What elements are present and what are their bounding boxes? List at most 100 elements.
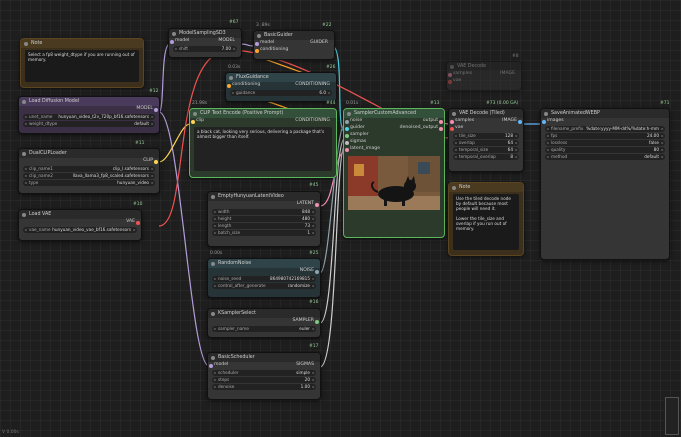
- tile-size-widget[interactable]: tile_size128: [453, 133, 519, 139]
- output-noise[interactable]: NOISE: [208, 268, 320, 275]
- node-badge: #22: [322, 23, 332, 28]
- temporal-size-widget[interactable]: temporal_size64: [453, 147, 519, 153]
- node-title: ModelSamplingSD3: [169, 29, 241, 38]
- overlap-widget[interactable]: overlap64: [453, 140, 519, 146]
- prompt-textarea[interactable]: a black cat, looking very serious, deliv…: [194, 127, 332, 171]
- height-widget[interactable]: height480: [212, 216, 316, 222]
- save-animated-webp-node[interactable]: SaveAnimatedWEBP images filename_prefix%…: [540, 108, 670, 260]
- wire-clip-to-textencode: [158, 123, 191, 163]
- load-diffusion-node[interactable]: Load Diffusion Model MODEL unet_namehuny…: [18, 96, 160, 134]
- node-title: DualCLIPLoader: [19, 149, 159, 158]
- wire-sigmas-to-sampler: [319, 144, 346, 368]
- filename-prefix-widget[interactable]: filename_prefix%date:yyyy-MM-dd%/%date:h…: [545, 126, 665, 132]
- input-model[interactable]: model MODEL: [169, 38, 241, 45]
- basic-scheduler-node[interactable]: BasicScheduler modelSIGMAS schedulersimp…: [207, 352, 321, 400]
- node-title: BasicScheduler: [208, 353, 320, 362]
- random-noise-node[interactable]: RandomNoise NOISE noise_seed864980742169…: [207, 258, 321, 298]
- input-vae[interactable]: vae: [449, 125, 523, 132]
- vae-name-widget[interactable]: vae_namehunyuan_video_vae_bf16.safetenso…: [23, 227, 137, 233]
- denoise-widget[interactable]: denoise1.00: [212, 384, 316, 390]
- note-node-weight-dtype[interactable]: Note Select a fp8 weight_dtype if you ar…: [20, 38, 144, 88]
- dual-clip-loader-node[interactable]: DualCLIPLoader CLIP clip_name1clip_l.saf…: [18, 148, 160, 194]
- input-conditioning[interactable]: conditioning CONDITIONING: [226, 82, 336, 89]
- note-node-tiled-decode[interactable]: Note Use the tiled decode node by defaul…: [448, 182, 524, 256]
- node-title: FluxGuidance: [226, 73, 336, 82]
- length-widget[interactable]: length73: [212, 223, 316, 229]
- guidance-widget[interactable]: guidance6.0: [230, 90, 332, 96]
- node-title: Note: [449, 183, 523, 192]
- node-tag: 0.03s: [228, 65, 241, 70]
- steps-widget[interactable]: steps20: [212, 377, 316, 383]
- shift-widget[interactable]: shift7.00: [173, 46, 237, 52]
- node-badge: #26: [326, 65, 336, 70]
- node-title: KSamplerSelect: [208, 309, 320, 318]
- note-text[interactable]: Select a fp8 weight_dtype if you are run…: [25, 50, 139, 82]
- node-title: CLIP Text Encode (Positive Prompt): [190, 109, 336, 118]
- node-badge: #25: [309, 251, 319, 256]
- output-latent[interactable]: LATENT: [208, 201, 320, 208]
- input-clip[interactable]: clip CONDITIONING: [190, 118, 336, 125]
- batch-size-widget[interactable]: batch_size1: [212, 230, 316, 236]
- vae-decode-tiled-node[interactable]: VAE Decode (Tiled) samplesIMAGE vae tile…: [448, 108, 524, 172]
- load-vae-node[interactable]: Load VAE VAE vae_namehunyuan_video_vae_b…: [18, 209, 142, 241]
- node-badge: #10: [133, 202, 143, 207]
- input-latent-image[interactable]: latent_image: [344, 146, 444, 153]
- note-text[interactable]: Use the tiled decode node by default bec…: [453, 194, 519, 250]
- node-title: EmptyHunyuanLatentVideo: [208, 192, 320, 201]
- input-vae[interactable]: vae: [447, 78, 521, 85]
- canvas-minimap[interactable]: [665, 397, 679, 435]
- input-conditioning[interactable]: conditioning: [254, 47, 334, 54]
- clip-text-encode-node[interactable]: CLIP Text Encode (Positive Prompt) clip C…: [189, 108, 337, 178]
- output-model[interactable]: MODEL: [19, 106, 159, 113]
- preview-image: [348, 156, 440, 210]
- input-noise[interactable]: noise output: [344, 118, 444, 125]
- input-sampler[interactable]: sampler: [344, 132, 444, 139]
- input-samples[interactable]: samples IMAGE: [449, 118, 523, 125]
- node-badge: #44: [326, 101, 336, 106]
- unet-name-widget[interactable]: unet_namehunyuan_video_t2v_720p_bf16.saf…: [23, 114, 155, 120]
- node-tag: 0.01s: [346, 101, 359, 106]
- fps-widget[interactable]: fps24.00: [545, 133, 665, 139]
- vae-decode-node[interactable]: VAE Decode samples IMAGE vae: [446, 61, 522, 91]
- sampler-custom-advanced-node[interactable]: SamplerCustomAdvanced noise output guider…: [343, 108, 445, 238]
- node-title: VAE Decode (Tiled): [449, 109, 523, 118]
- output-sampler[interactable]: SAMPLER: [208, 318, 320, 325]
- input-images[interactable]: images: [541, 118, 669, 125]
- sampler-name-widget[interactable]: sampler_nameeuler: [212, 326, 316, 332]
- type-widget[interactable]: typehunyuan_video: [23, 180, 155, 186]
- modelsampling-node[interactable]: ModelSamplingSD3 modelMODEL shift7.00: [168, 28, 242, 58]
- node-title: SamplerCustomAdvanced: [344, 109, 444, 118]
- node-badge: #45: [309, 183, 319, 188]
- input-sigmas[interactable]: sigmas: [344, 139, 444, 146]
- output-vae[interactable]: VAE: [19, 219, 141, 226]
- node-tag: 0.00s: [210, 251, 223, 256]
- quality-widget[interactable]: quality80: [545, 147, 665, 153]
- node-title: Load Diffusion Model: [19, 97, 159, 106]
- node-title: RandomNoise: [208, 259, 320, 268]
- input-model[interactable]: model GUIDER: [254, 40, 334, 47]
- weight-dtype-widget[interactable]: weight_dtypedefault: [23, 121, 155, 127]
- output-clip[interactable]: CLIP: [19, 158, 159, 165]
- node-title: SaveAnimatedWEBP: [541, 109, 669, 118]
- method-widget[interactable]: methoddefault: [545, 154, 665, 160]
- node-title: VAE Decode: [447, 62, 521, 71]
- clip-name2-widget[interactable]: clip_name2llava_llama3_fp8_scaled.safete…: [23, 173, 155, 179]
- ksampler-select-node[interactable]: KSamplerSelect SAMPLER sampler_nameeuler: [207, 308, 321, 338]
- node-badge: #11: [135, 141, 145, 146]
- clip-name1-widget[interactable]: clip_name1clip_l.safetensors: [23, 166, 155, 172]
- node-badge: #16: [309, 300, 319, 305]
- width-widget[interactable]: width848: [212, 209, 316, 215]
- fluxguidance-node[interactable]: FluxGuidance conditioningCONDITIONING gu…: [225, 72, 337, 102]
- lossless-widget[interactable]: losslessfalse: [545, 140, 665, 146]
- scheduler-widget[interactable]: schedulersimple: [212, 370, 316, 376]
- node-title: Load VAE: [19, 210, 141, 219]
- node-badge: #17: [309, 344, 319, 349]
- empty-latent-node[interactable]: EmptyHunyuanLatentVideo LATENT width848 …: [207, 191, 321, 247]
- input-model[interactable]: model SIGMAS: [208, 362, 320, 369]
- input-guider[interactable]: guider denoised_output: [344, 125, 444, 132]
- basicguider-node[interactable]: BasicGuider model GUIDER conditioning: [253, 30, 335, 60]
- input-samples[interactable]: samples IMAGE: [447, 71, 521, 78]
- noise-seed-widget[interactable]: noise_seed864980742169815: [212, 276, 316, 282]
- control-after-generate-widget[interactable]: control_after_generaterandomize: [212, 283, 316, 289]
- temporal-overlap-widget[interactable]: temporal_overlap8: [453, 154, 519, 160]
